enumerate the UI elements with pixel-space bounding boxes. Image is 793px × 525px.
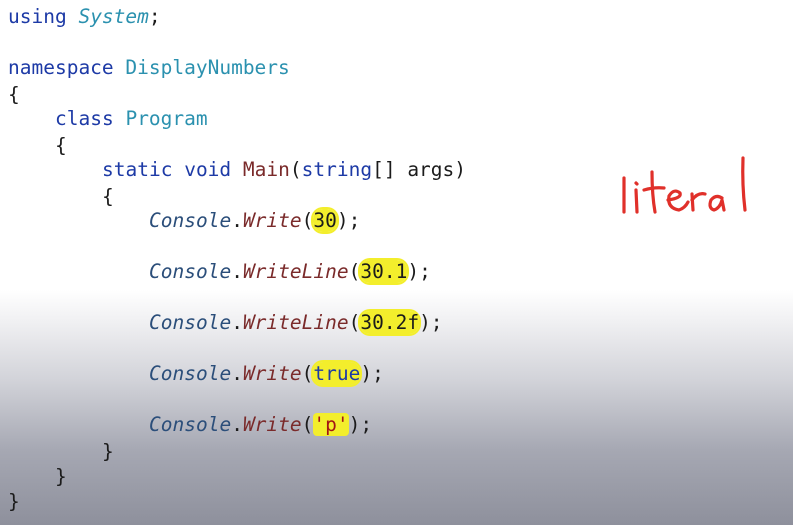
using-keyword: using (8, 5, 67, 28)
paren-close: ); (348, 413, 373, 436)
dot: . (231, 362, 243, 385)
console-object: Console (149, 260, 232, 283)
method-name: Write (242, 413, 302, 436)
highlighted-literal: 30.1 (360, 260, 408, 283)
code-line-main: static void Main(string[] args) (102, 155, 466, 185)
class-name: Program (125, 107, 208, 130)
highlighted-literal: 30.2f (360, 311, 420, 334)
method-name: Write (242, 209, 302, 232)
class-close-brace: } (55, 465, 67, 488)
code-line-statement: Console.WriteLine(30.1); (149, 257, 431, 287)
paren-open: ( (301, 413, 314, 436)
dot: . (231, 260, 243, 283)
paren-open: ( (348, 311, 361, 334)
console-object: Console (149, 209, 232, 232)
paren-close: ); (419, 311, 443, 334)
method-name: Write (242, 362, 302, 385)
code-line-statement: Console.Write(true); (149, 359, 384, 389)
void-keyword: void (184, 158, 232, 181)
dot: . (231, 413, 243, 436)
highlighted-literal: 'p' (313, 413, 349, 436)
string-keyword: string (301, 158, 373, 181)
paren-open: ( (301, 362, 314, 385)
console-object: Console (149, 413, 232, 436)
paren-open: ( (348, 260, 361, 283)
namespace-close-brace: } (8, 490, 20, 513)
dot: . (231, 311, 243, 334)
main-method-name: Main (242, 158, 290, 181)
class-open-brace: { (55, 134, 67, 157)
namespace-keyword: namespace (8, 56, 114, 79)
paren-close: ); (336, 209, 361, 232)
code-line-statement: Console.Write(30); (149, 206, 360, 236)
class-keyword: class (55, 107, 114, 130)
method-name: WriteLine (242, 260, 349, 283)
code-line-statement: Console.Write('p'); (149, 410, 372, 440)
highlighted-literal: true (313, 362, 361, 385)
main-close-brace: } (102, 440, 114, 463)
main-params-rest: [] args) (372, 158, 467, 181)
method-name: WriteLine (242, 311, 349, 334)
code-line-using: using System; (8, 2, 161, 32)
semicolon: ; (148, 5, 161, 28)
namespace-name: DisplayNumbers (125, 56, 290, 79)
main-open-brace: { (102, 185, 114, 208)
main-paren-open: ( (289, 158, 302, 181)
console-object: Console (149, 362, 232, 385)
dot: . (231, 209, 243, 232)
paren-close: ); (360, 362, 384, 385)
console-object: Console (149, 311, 232, 334)
paren-close: ); (407, 260, 431, 283)
highlighted-literal: 30 (313, 209, 337, 232)
system-namespace: System (78, 5, 149, 28)
code-line-namespace: namespace DisplayNumbers (8, 53, 290, 83)
static-keyword: static (102, 158, 173, 181)
code-line-class: class Program (55, 104, 208, 134)
handwritten-annotation-literal (612, 150, 762, 224)
namespace-open-brace: { (8, 83, 20, 106)
code-line-statement: Console.WriteLine(30.2f); (149, 308, 443, 338)
paren-open: ( (301, 209, 314, 232)
